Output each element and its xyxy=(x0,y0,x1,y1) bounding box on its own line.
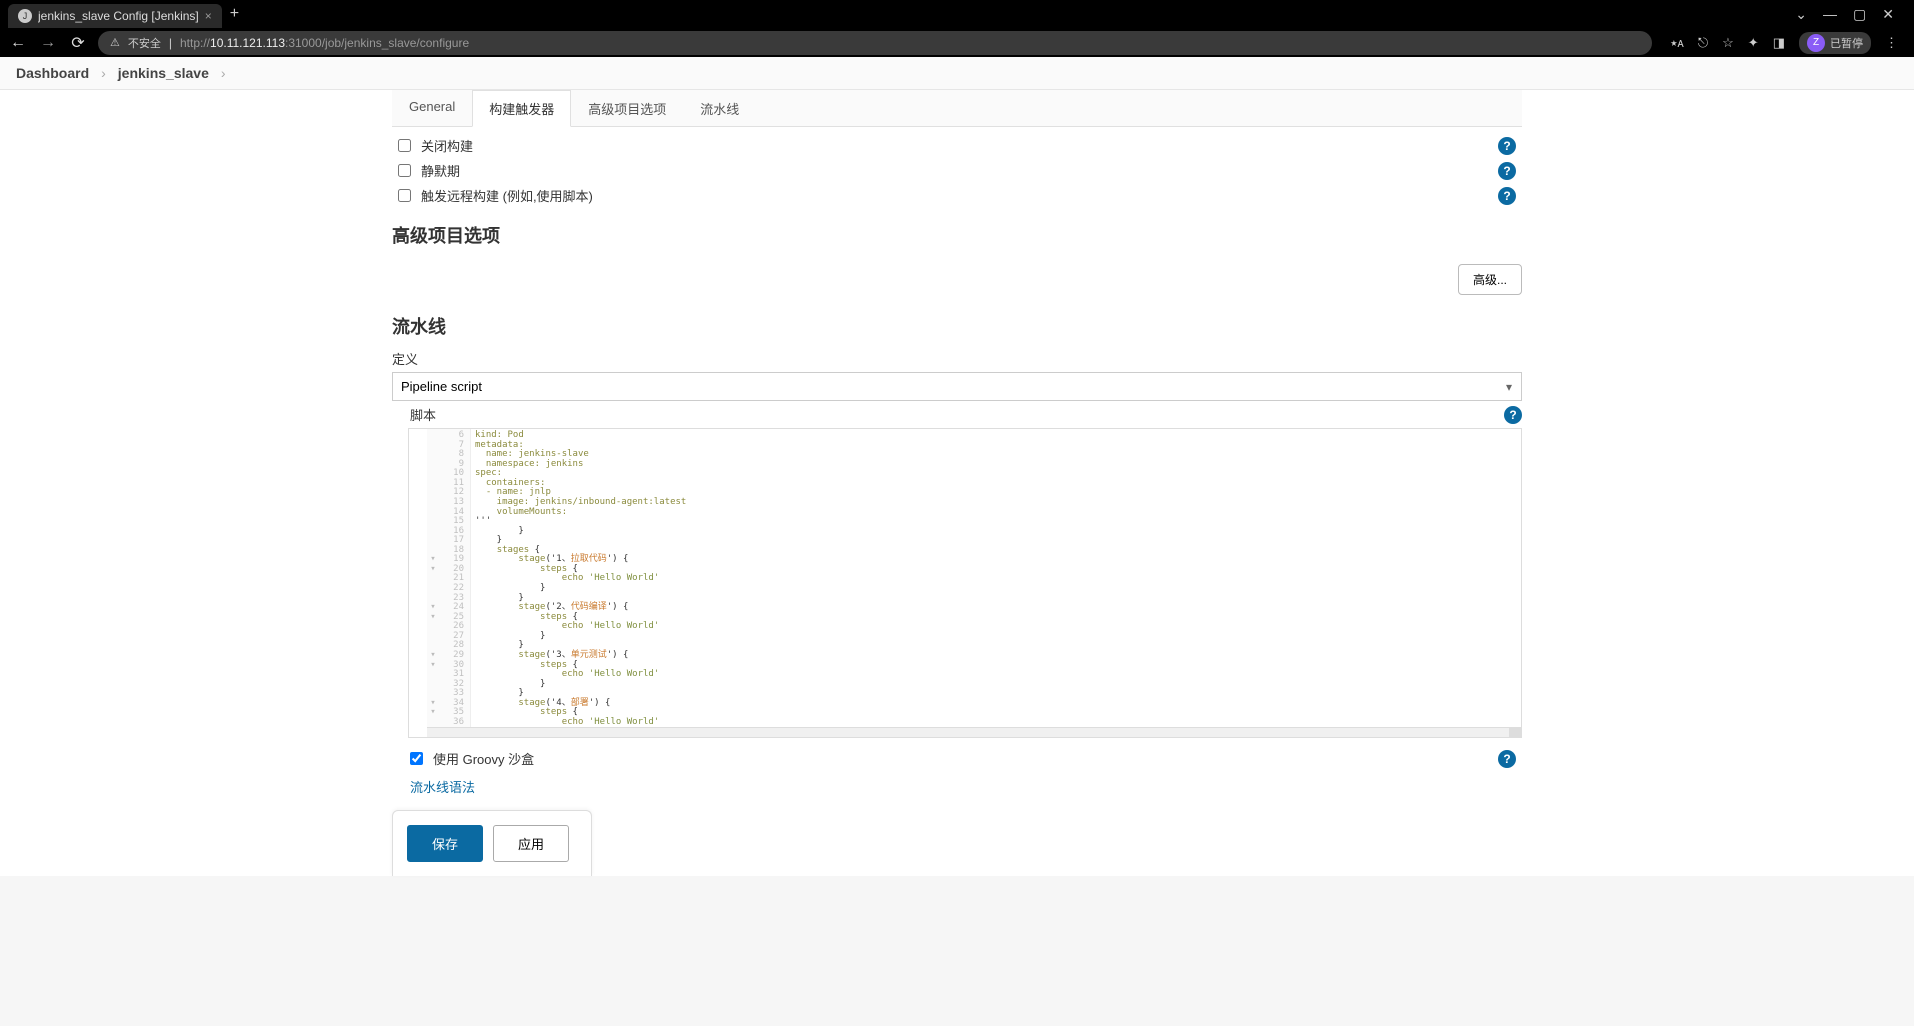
avatar-icon: Z xyxy=(1807,34,1825,52)
chevron-down-icon[interactable]: ⌄ xyxy=(1795,6,1807,23)
definition-select[interactable]: Pipeline script xyxy=(392,372,1522,401)
groovy-sandbox-checkbox[interactable] xyxy=(410,752,423,765)
breadcrumb-sep: › xyxy=(101,65,106,81)
editor-scrollbar[interactable] xyxy=(427,727,1521,737)
help-icon[interactable]: ? xyxy=(1498,750,1516,768)
breadcrumb-sep: › xyxy=(221,65,226,81)
advanced-project-options-heading: 高级项目选项 xyxy=(392,214,1522,254)
remote-trigger-label[interactable]: 触发远程构建 (例如,使用脚本) xyxy=(421,186,1488,205)
pipeline-syntax-link[interactable]: 流水线语法 xyxy=(410,771,475,802)
bookmark-icon[interactable]: ☆ xyxy=(1722,35,1734,51)
breadcrumb-dashboard[interactable]: Dashboard xyxy=(16,65,89,81)
browser-tab[interactable]: J jenkins_slave Config [Jenkins] × xyxy=(8,4,222,28)
tab-pipeline[interactable]: 流水线 xyxy=(683,90,756,126)
close-build-checkbox[interactable] xyxy=(398,139,411,152)
insecure-icon: ⚠ xyxy=(110,36,120,49)
remote-trigger-checkbox[interactable] xyxy=(398,189,411,202)
back-button[interactable]: ← xyxy=(8,34,28,52)
separator: | xyxy=(169,36,172,50)
pipeline-heading: 流水线 xyxy=(392,305,1522,345)
quiet-period-checkbox[interactable] xyxy=(398,164,411,177)
jenkins-favicon: J xyxy=(18,9,32,23)
close-window-icon[interactable]: ✕ xyxy=(1882,6,1894,23)
help-icon[interactable]: ? xyxy=(1498,187,1516,205)
editor-gutter: 6 7 8 9 10 11 12 13 14 15 16 17 18 19 20… xyxy=(439,429,471,727)
tab-title: jenkins_slave Config [Jenkins] xyxy=(38,9,199,23)
minimize-icon[interactable]: — xyxy=(1823,6,1837,22)
reload-button[interactable]: ⟳ xyxy=(68,33,88,53)
forward-button[interactable]: → xyxy=(38,34,58,52)
tab-advanced-options[interactable]: 高级项目选项 xyxy=(571,90,683,126)
toolbar-right: ⭑ᴀ ⎋ ☆ ✦ ◨ Z 已暂停 ⋮ xyxy=(1662,32,1906,54)
definition-label: 定义 xyxy=(392,345,1522,372)
help-icon[interactable]: ? xyxy=(1504,406,1522,424)
advanced-button[interactable]: 高级... xyxy=(1458,264,1522,295)
quiet-period-label[interactable]: 静默期 xyxy=(421,161,1488,180)
tab-build-triggers[interactable]: 构建触发器 xyxy=(472,90,571,127)
paused-label: 已暂停 xyxy=(1830,35,1863,51)
apply-button[interactable]: 应用 xyxy=(493,825,569,862)
editor-fold-gutter[interactable]: ▾ ▾ ▾ ▾ ▾ ▾ ▾ ▾ xyxy=(427,429,439,727)
browser-chrome: J jenkins_slave Config [Jenkins] × + ⌄ —… xyxy=(0,0,1914,57)
tab-general[interactable]: General xyxy=(392,90,472,126)
help-icon[interactable]: ? xyxy=(1498,162,1516,180)
script-label: 脚本 xyxy=(392,405,1494,424)
breadcrumb-job[interactable]: jenkins_slave xyxy=(118,65,209,81)
save-button[interactable]: 保存 xyxy=(407,825,483,862)
insecure-label: 不安全 xyxy=(128,35,161,51)
editor-code[interactable]: kind: Pod metadata: name: jenkins-slave … xyxy=(471,429,1521,727)
breadcrumb: Dashboard › jenkins_slave › xyxy=(0,57,1914,90)
translate-icon[interactable]: ⭑ᴀ xyxy=(1670,35,1683,51)
script-editor: try sample Pipeline... ▾ ▾ ▾ ▾ ▾ ▾ ▾ ▾ 6… xyxy=(408,428,1522,738)
help-icon[interactable]: ? xyxy=(1498,137,1516,155)
tab-bar: J jenkins_slave Config [Jenkins] × + ⌄ —… xyxy=(0,0,1914,28)
url-field[interactable]: ⚠ 不安全 | http://10.11.121.113:31000/job/j… xyxy=(98,31,1652,55)
config-form: General 构建触发器 高级项目选项 流水线 关闭构建 ? 静默期 ? xyxy=(392,90,1522,876)
maximize-icon[interactable]: ▢ xyxy=(1853,6,1866,23)
extensions-icon[interactable]: ✦ xyxy=(1748,35,1759,51)
close-build-label[interactable]: 关闭构建 xyxy=(421,136,1488,155)
config-tabs: General 构建触发器 高级项目选项 流水线 xyxy=(392,90,1522,127)
side-panel-icon[interactable]: ◨ xyxy=(1773,35,1785,51)
groovy-sandbox-label[interactable]: 使用 Groovy 沙盒 xyxy=(433,749,1488,768)
footer-actions: 保存 应用 xyxy=(392,810,592,876)
menu-icon[interactable]: ⋮ xyxy=(1885,35,1898,51)
close-tab-icon[interactable]: × xyxy=(205,9,212,23)
new-tab-button[interactable]: + xyxy=(230,5,239,23)
jenkins-page: Dashboard › jenkins_slave › General 构建触发… xyxy=(0,57,1914,876)
share-icon[interactable]: ⎋ xyxy=(1698,35,1708,51)
paused-pill[interactable]: Z 已暂停 xyxy=(1799,32,1871,54)
window-controls: ⌄ — ▢ ✕ xyxy=(1795,6,1906,23)
url-text: http://10.11.121.113:31000/job/jenkins_s… xyxy=(180,36,469,50)
address-bar: ← → ⟳ ⚠ 不安全 | http://10.11.121.113:31000… xyxy=(0,28,1914,57)
